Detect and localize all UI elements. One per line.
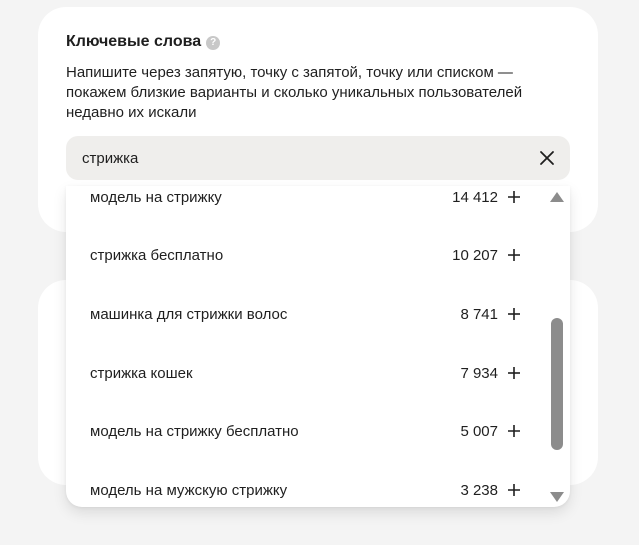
list-item[interactable]: стрижка бесплатно 10 207 [66, 240, 546, 270]
suggestion-label: модель на мужскую стрижку [90, 481, 288, 499]
scroll-up-arrow-icon[interactable] [550, 192, 564, 202]
suggestions-dropdown: модель на стрижку 14 412 стрижка бесплат… [66, 186, 570, 507]
scrollbar-thumb[interactable] [551, 318, 563, 450]
title-row: Ключевые слова ? [66, 33, 221, 51]
keywords-search-field [66, 136, 570, 180]
suggestion-count: 7 934 [460, 364, 498, 382]
list-item[interactable]: стрижка кошек 7 934 [66, 358, 546, 388]
suggestion-label: модель на стрижку бесплатно [90, 422, 299, 440]
list-item[interactable]: модель на мужскую стрижку 3 238 [66, 475, 546, 505]
keywords-input[interactable] [82, 136, 512, 180]
list-item[interactable]: машинка для стрижки волос 8 741 [66, 299, 546, 329]
plus-icon[interactable] [506, 189, 522, 205]
scroll-down-arrow-icon[interactable] [550, 492, 564, 502]
suggestion-label: модель на стрижку [90, 188, 222, 206]
plus-icon[interactable] [506, 247, 522, 263]
section-description: Напишите через запятую, точку с запятой,… [66, 64, 523, 121]
suggestion-label: стрижка бесплатно [90, 246, 224, 264]
plus-icon[interactable] [506, 423, 522, 439]
suggestion-count: 8 741 [460, 305, 498, 323]
plus-icon[interactable] [506, 365, 522, 381]
suggestion-count: 5 007 [460, 422, 498, 440]
suggestion-count: 10 207 [452, 246, 498, 264]
scrollbar[interactable] [550, 192, 564, 502]
close-icon[interactable] [536, 147, 558, 169]
suggestion-label: машинка для стрижки волос [90, 305, 288, 323]
plus-icon[interactable] [506, 306, 522, 322]
section-title: Ключевые слова [66, 33, 202, 50]
list-item[interactable]: модель на стрижку бесплатно 5 007 [66, 416, 546, 446]
list-item[interactable]: модель на стрижку 14 412 [66, 186, 546, 212]
suggestion-count: 14 412 [452, 188, 498, 206]
plus-icon[interactable] [506, 482, 522, 498]
suggestion-count: 3 238 [460, 481, 498, 499]
question-mark-icon[interactable]: ? [206, 35, 221, 50]
suggestion-label: стрижка кошек [90, 364, 193, 382]
